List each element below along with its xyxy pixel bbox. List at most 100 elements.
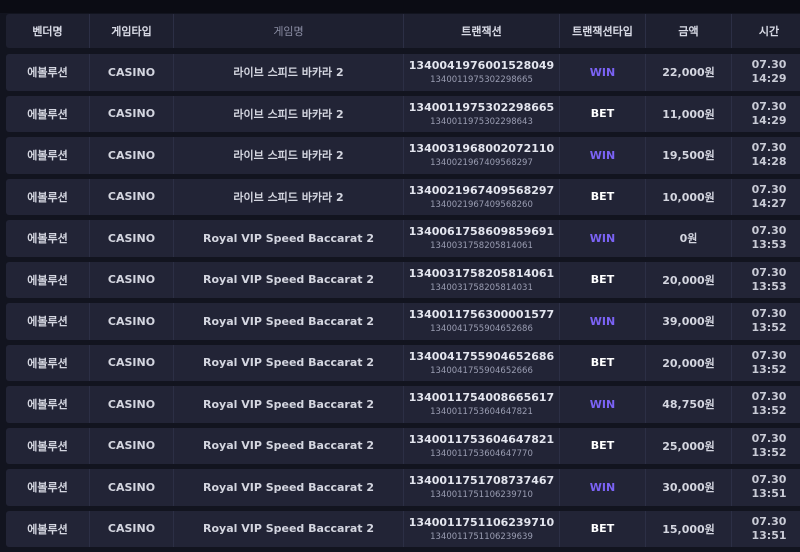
parent-transaction-id: 1340011975302298665: [430, 75, 533, 86]
transaction-type-cell: BET: [560, 510, 646, 547]
parent-transaction-id: 1340021967409568260: [430, 199, 533, 210]
parent-transaction-id: 1340011975302298643: [430, 116, 533, 127]
vendor-cell: 에볼루션: [6, 261, 90, 298]
time-text: 13:51: [751, 487, 787, 501]
table-row[interactable]: 에볼루션 CASINO Royal VIP Speed Baccarat 2 1…: [6, 220, 800, 257]
transaction-type-cell: BET: [560, 95, 646, 132]
amount-cell: 22,000원: [646, 54, 732, 91]
amount-cell: 30,000원: [646, 469, 732, 506]
table-row[interactable]: 에볼루션 CASINO Royal VIP Speed Baccarat 2 1…: [6, 303, 800, 340]
transaction-type-cell: BET: [560, 261, 646, 298]
table-row[interactable]: 에볼루션 CASINO Royal VIP Speed Baccarat 2 1…: [6, 427, 800, 465]
time-cell: 07.30 13:53: [732, 262, 800, 299]
game-name-cell: 라이브 스피드 바카라 2: [174, 137, 404, 174]
time-cell: 07.30 13:52: [732, 386, 800, 423]
transaction-id: 1340011753604647821: [408, 432, 555, 446]
transaction-cell: 1340011751708737467 1340011751106239710: [404, 469, 560, 506]
game-name-cell: Royal VIP Speed Baccarat 2: [174, 469, 404, 506]
vendor-cell: 에볼루션: [6, 469, 90, 506]
transaction-cell: 1340041755904652686 1340041755904652666: [404, 344, 560, 381]
amount-cell: 20,000원: [646, 261, 732, 298]
time-text: 14:29: [751, 72, 787, 86]
vendor-cell: 에볼루션: [6, 54, 90, 91]
transaction-cell: 1340011751106239710 1340011751106239639: [404, 510, 560, 547]
game-type-cell: CASINO: [90, 95, 174, 132]
amount-cell: 20,000원: [646, 344, 732, 381]
game-name-cell: Royal VIP Speed Baccarat 2: [174, 510, 404, 547]
date-text: 07.30: [751, 99, 787, 113]
date-text: 07.30: [751, 182, 787, 196]
amount-cell: 11,000원: [646, 95, 732, 132]
time-cell: 07.30 13:52: [732, 303, 800, 340]
date-text: 07.30: [751, 514, 787, 528]
header-game-type[interactable]: 게임타입: [90, 14, 174, 48]
time-cell: 07.30 14:29: [732, 54, 800, 91]
table-row[interactable]: 에볼루션 CASINO 라이브 스피드 바카라 2 13400319680020…: [6, 137, 800, 174]
time-text: 13:53: [751, 238, 787, 252]
header-time[interactable]: 시간: [732, 14, 800, 48]
parent-transaction-id: 1340041755904652686: [430, 324, 533, 335]
amount-cell: 25,000원: [646, 427, 732, 464]
game-name-cell: Royal VIP Speed Baccarat 2: [174, 427, 404, 464]
game-type-cell: CASINO: [90, 510, 174, 547]
table-body: 에볼루션 CASINO 라이브 스피드 바카라 2 13400419760015…: [6, 54, 800, 547]
parent-transaction-id: 1340031758205814061: [430, 241, 533, 252]
parent-transaction-id: 1340011753604647770: [430, 448, 533, 459]
vendor-cell: 에볼루션: [6, 386, 90, 423]
header-amount[interactable]: 금액: [646, 14, 732, 48]
header-game-name[interactable]: 게임명: [174, 14, 404, 48]
transaction-cell: 1340011753604647821 1340011753604647770: [404, 427, 560, 464]
amount-cell: 48,750원: [646, 386, 732, 423]
table-row[interactable]: 에볼루션 CASINO 라이브 스피드 바카라 2 13400119753022…: [6, 95, 800, 133]
time-cell: 07.30 13:51: [732, 469, 800, 506]
transaction-cell: 1340021967409568297 1340021967409568260: [404, 178, 560, 215]
game-name-cell: Royal VIP Speed Baccarat 2: [174, 344, 404, 381]
time-cell: 07.30 13:52: [732, 345, 800, 382]
time-text: 13:52: [751, 445, 787, 459]
transaction-type-cell: WIN: [560, 469, 646, 506]
header-transaction[interactable]: 트랜잭션: [404, 14, 560, 48]
table-row[interactable]: 에볼루션 CASINO Royal VIP Speed Baccarat 2 1…: [6, 261, 800, 299]
date-text: 07.30: [751, 348, 787, 362]
table-row[interactable]: 에볼루션 CASINO 라이브 스피드 바카라 2 13400219674095…: [6, 178, 800, 215]
parent-transaction-id: 1340021967409568297: [430, 158, 533, 169]
game-name-cell: Royal VIP Speed Baccarat 2: [174, 261, 404, 298]
transaction-type-cell: BET: [560, 178, 646, 215]
transaction-type-cell: WIN: [560, 137, 646, 174]
game-name-cell: Royal VIP Speed Baccarat 2: [174, 386, 404, 423]
transaction-id: 1340031968002072110: [408, 142, 555, 156]
game-type-cell: CASINO: [90, 137, 174, 174]
transaction-type-cell: WIN: [560, 386, 646, 423]
game-type-cell: CASINO: [90, 54, 174, 91]
transaction-cell: 1340061758609859691 1340031758205814061: [404, 220, 560, 257]
table-row[interactable]: 에볼루션 CASINO Royal VIP Speed Baccarat 2 1…: [6, 344, 800, 382]
transaction-cell: 1340011975302298665 1340011975302298643: [404, 95, 560, 132]
amount-cell: 39,000원: [646, 303, 732, 340]
time-cell: 07.30 13:52: [732, 428, 800, 465]
table-row[interactable]: 에볼루션 CASINO Royal VIP Speed Baccarat 2 1…: [6, 510, 800, 547]
parent-transaction-id: 1340011753604647821: [430, 407, 533, 418]
date-text: 07.30: [751, 431, 787, 445]
date-text: 07.30: [751, 390, 787, 404]
date-text: 07.30: [751, 265, 787, 279]
amount-cell: 10,000원: [646, 178, 732, 215]
time-cell: 07.30 14:29: [732, 96, 800, 133]
table-row[interactable]: 에볼루션 CASINO Royal VIP Speed Baccarat 2 1…: [6, 386, 800, 423]
header-transaction-type[interactable]: 트랜잭션타입: [560, 14, 646, 48]
header-vendor[interactable]: 벤더명: [6, 14, 90, 48]
game-type-cell: CASINO: [90, 220, 174, 257]
game-type-cell: CASINO: [90, 386, 174, 423]
game-type-cell: CASINO: [90, 178, 174, 215]
parent-transaction-id: 1340031758205814031: [430, 282, 533, 293]
table-row[interactable]: 에볼루션 CASINO 라이브 스피드 바카라 2 13400419760015…: [6, 54, 800, 91]
parent-transaction-id: 1340011751106239710: [430, 490, 533, 501]
transaction-cell: 1340011756300001577 1340041755904652686: [404, 303, 560, 340]
vendor-cell: 에볼루션: [6, 137, 90, 174]
transaction-id: 1340021967409568297: [408, 183, 555, 197]
time-text: 13:52: [751, 362, 787, 376]
table-row[interactable]: 에볼루션 CASINO Royal VIP Speed Baccarat 2 1…: [6, 469, 800, 506]
parent-transaction-id: 1340011751106239639: [430, 531, 533, 542]
game-name-cell: 라이브 스피드 바카라 2: [174, 54, 404, 91]
transaction-cell: 1340011754008665617 1340011753604647821: [404, 386, 560, 423]
transaction-type-cell: BET: [560, 344, 646, 381]
